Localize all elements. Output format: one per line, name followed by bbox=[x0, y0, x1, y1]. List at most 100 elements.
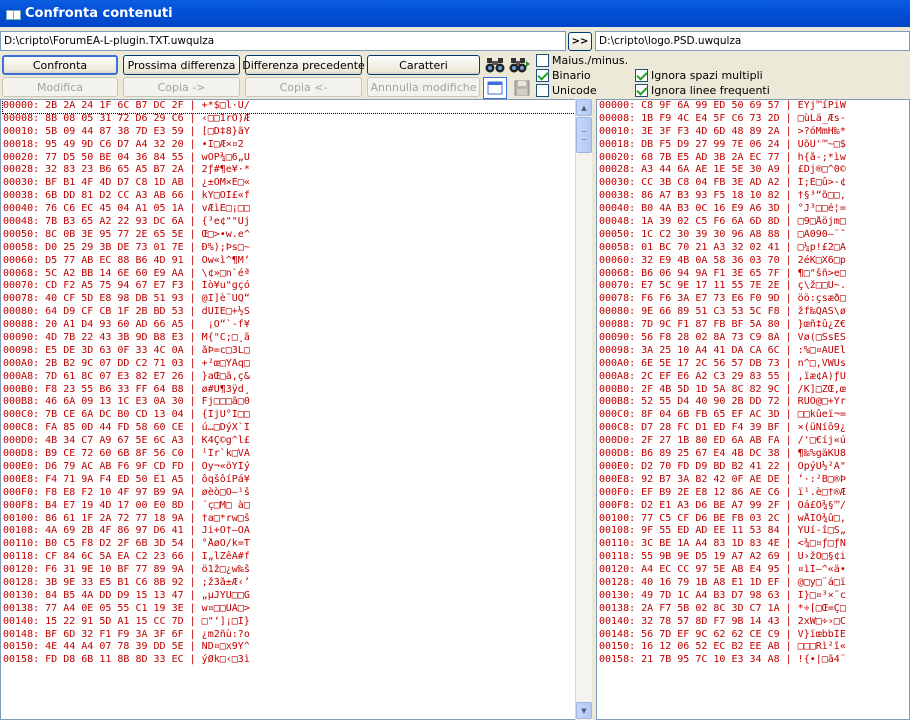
hex-row[interactable]: 00000: C8 9F 6A 99 ED 50 69 57 | ÈŸj™íPi… bbox=[599, 100, 909, 113]
hex-row[interactable]: 00058: 01 BC 70 21 A3 32 02 41 | □¼p!£2□… bbox=[599, 242, 909, 255]
hex-row[interactable]: 00060: D5 77 AB EC 88 B6 4D 91 | Õw«ì^¶M… bbox=[3, 255, 575, 268]
hex-row[interactable]: 00100: 86 61 1F 2A 72 77 18 9A | †a□*rw□… bbox=[3, 513, 575, 526]
hex-row[interactable]: 00138: 77 A4 0E 05 55 C1 19 3E | w¤□□UÁ□… bbox=[3, 603, 575, 616]
hex-row[interactable]: 000A8: 2C EF E6 A2 C3 29 83 55 | ,ïæ¢Ã)ƒ… bbox=[599, 371, 909, 384]
hex-row[interactable]: 00068: B6 06 94 9A F1 3E 65 7F | ¶□"šñ>e… bbox=[599, 268, 909, 281]
hex-row[interactable]: 000C8: D7 28 FC D1 ED F4 39 BF | ×(üÑíô9… bbox=[599, 422, 909, 435]
hex-row[interactable]: 00118: 55 9B 9E D5 19 A7 A2 69 | U›žÕ□§¢… bbox=[599, 551, 909, 564]
hex-row[interactable]: 00048: 7B B3 65 A2 22 93 DC 6A | {³e¢""Ü… bbox=[3, 216, 575, 229]
hex-row[interactable]: 00038: 6B DD 81 D2 CC A3 AB 66 | kÝ□ÒÌ£«… bbox=[3, 190, 575, 203]
hex-row[interactable]: 000F0: F8 E8 F2 10 4F 97 B9 9A | øèò□O—¹… bbox=[3, 487, 575, 500]
characters-button[interactable]: Caratteri bbox=[367, 55, 480, 75]
ignore-frequent-lines-option[interactable]: Ignora linee frequenti bbox=[635, 84, 770, 97]
binary-option[interactable]: Binario bbox=[536, 69, 591, 82]
hex-row[interactable]: 000F8: B4 E7 19 4D 17 00 E0 8D | ´ç□M□ à… bbox=[3, 500, 575, 513]
hex-row[interactable]: 00158: 21 7B 95 7C 10 E3 34 A8 | !{•|□ã4… bbox=[599, 654, 909, 667]
hex-row[interactable]: 00098: E5 DE 3D 63 0F 33 4C 0A | åÞ=c□3L… bbox=[3, 345, 575, 358]
hex-row[interactable]: 00108: 4A 69 2B 4F 86 97 D6 41 | Ji+O†—Ö… bbox=[3, 525, 575, 538]
hex-row[interactable]: 00030: BF B1 4F 4D D7 C8 1D AB | ¿±OM×È□… bbox=[3, 177, 575, 190]
hex-row[interactable]: 000C0: 7B CE 6A DC B0 CD 13 04 | {ÎjÜ°Í□… bbox=[3, 409, 575, 422]
hex-row[interactable]: 00130: 49 7D 1C A4 B3 D7 98 63 | I}□¤³×˜… bbox=[599, 590, 909, 603]
hex-row[interactable]: 00088: 7D 9C F1 87 FB BF 5A 80 | }œñ‡û¿Z… bbox=[599, 319, 909, 332]
hex-row[interactable]: 000B8: 46 6A 09 13 1C E3 0A 30 | Fj□□□ã□… bbox=[3, 396, 575, 409]
scroll-up-arrow[interactable]: ▲ bbox=[576, 99, 592, 116]
left-hex-content[interactable]: 00000: 2B 2A 24 1F 6C B7 DC 2F | +*$□l·Ü… bbox=[1, 100, 575, 667]
hex-row[interactable]: 00008: 1B F9 4C E4 5F C6 73 2D | □ùLä_Æs… bbox=[599, 113, 909, 126]
hex-row[interactable]: 00128: 40 16 79 1B A8 E1 1D EF | @□y□¨á□… bbox=[599, 577, 909, 590]
next-difference-button[interactable]: Prossima differenza bbox=[123, 55, 240, 75]
hex-row[interactable]: 00078: 40 CF 5D E8 98 DB 51 93 | @Ï]è˜ÛQ… bbox=[3, 293, 575, 306]
hex-row[interactable]: 00058: D0 25 29 3B DE 73 01 7E | Ð%);Þs□… bbox=[3, 242, 575, 255]
hex-row[interactable]: 000D8: B9 CE 72 60 6B 8F 56 C0 | ¹Îr`k□V… bbox=[3, 448, 575, 461]
hex-row[interactable]: 00018: 95 49 9D C6 D7 A4 32 20 | •I□Æ×¤2 bbox=[3, 139, 575, 152]
hex-row[interactable]: 00028: A3 44 6A AE 1E 5E 30 A9 | £Dj®□^0… bbox=[599, 164, 909, 177]
hex-row[interactable]: 00028: 32 83 23 B6 65 A5 B7 2A | 2ƒ#¶e¥·… bbox=[3, 164, 575, 177]
hex-row[interactable]: 00080: 9E 66 89 51 C3 53 5C F8 | žf‰QÃS\… bbox=[599, 306, 909, 319]
hex-row[interactable]: 000B0: 2F 4B 5D 1D 5A 8C 82 9C | /K]□ZŒ‚… bbox=[599, 384, 909, 397]
hex-row[interactable]: 00140: 15 22 91 5D A1 15 CC 7D | □"‘]¡□Ì… bbox=[3, 616, 575, 629]
hex-row[interactable]: 00000: 2B 2A 24 1F 6C B7 DC 2F | +*$□l·Ü… bbox=[2, 100, 575, 114]
hex-row[interactable]: 00110: B0 C5 F8 D2 2F 6B 3D 54 | °ÅøÒ/k=… bbox=[3, 538, 575, 551]
left-scrollbar[interactable]: ▲ ▼ bbox=[575, 99, 592, 720]
window-icon[interactable] bbox=[483, 77, 507, 99]
hex-row[interactable]: 00150: 4E 44 A4 07 78 39 DD 5E | ND¤□x9Ý… bbox=[3, 641, 575, 654]
hex-row[interactable]: 00158: FD D8 6B 11 8B 8D 33 EC | ýØk□‹□3… bbox=[3, 654, 575, 667]
hex-row[interactable]: 000D0: 4B 34 C7 A9 67 5E 6C A3 | K4Ç©g^l… bbox=[3, 435, 575, 448]
hex-row[interactable]: 000D0: 2F 27 1B 80 ED 6A AB FA | /'□€íj«… bbox=[599, 435, 909, 448]
previous-difference-button[interactable]: Differenza precedente bbox=[242, 55, 365, 75]
right-hex-panel[interactable]: 00000: C8 9F 6A 99 ED 50 69 57 | ÈŸj™íPi… bbox=[596, 99, 910, 720]
hex-row[interactable]: 00040: 76 C6 EC 45 04 A1 05 1A | vÆìE□¡□… bbox=[3, 203, 575, 216]
hex-row[interactable]: 000A0: 6E 5E 17 2C 56 57 DB 73 | n^□,VWÛ… bbox=[599, 358, 909, 371]
case-sensitive-option[interactable]: Maius./minus. bbox=[536, 54, 628, 67]
hex-row[interactable]: 00070: E7 5C 9E 17 11 55 7E 2E | ç\ž□□U~… bbox=[599, 280, 909, 293]
unicode-checkbox[interactable] bbox=[536, 84, 549, 97]
hex-row[interactable]: 00108: 9F 55 ED AD EE 11 53 84 | ŸUí-î□S… bbox=[599, 525, 909, 538]
hex-row[interactable]: 00130: 84 B5 4A DD D9 15 13 47 | „µJÝÙ□□… bbox=[3, 590, 575, 603]
binoculars-next-icon[interactable] bbox=[508, 54, 532, 76]
modify-button[interactable]: Modifica bbox=[2, 77, 118, 97]
hex-row[interactable]: 00018: DB F5 D9 27 99 7E 06 24 | ÛõÙ'™~□… bbox=[599, 139, 909, 152]
ignore-spaces-checkbox[interactable] bbox=[635, 69, 648, 82]
ignore-spaces-option[interactable]: Ignora spazi multipli bbox=[635, 69, 763, 82]
scroll-down-arrow[interactable]: ▼ bbox=[576, 702, 592, 719]
hex-row[interactable]: 00040: B0 4A B3 0C 16 E9 A6 3D | °J³□□é¦… bbox=[599, 203, 909, 216]
hex-row[interactable]: 00038: 86 A7 B3 93 F5 18 10 82 | †§³“õ□□… bbox=[599, 190, 909, 203]
hex-row[interactable]: 000D8: B6 89 25 67 E4 4B DC 38 | ¶‰%gäKÜ… bbox=[599, 448, 909, 461]
right-hex-content[interactable]: 00000: C8 9F 6A 99 ED 50 69 57 | ÈŸj™íPi… bbox=[597, 100, 909, 667]
binoculars-icon[interactable] bbox=[483, 54, 507, 76]
hex-row[interactable]: 00050: 1C C2 30 39 30 96 A8 88 | □Â090–¨… bbox=[599, 229, 909, 242]
hex-row[interactable]: 00120: A4 EC CC 97 5E AB E4 95 | ¤ìÌ—^«ä… bbox=[599, 564, 909, 577]
hex-row[interactable]: 00030: CC 3B C8 04 FB 3E AD A2 | Ì;È□û>-… bbox=[599, 177, 909, 190]
hex-row[interactable]: 000E0: D6 79 AC AB F6 9F CD FD | Öy¬«öŸÍ… bbox=[3, 461, 575, 474]
hex-row[interactable]: 000E8: F4 71 9A F4 ED 50 E1 A5 | ôqšôíPá… bbox=[3, 474, 575, 487]
left-hex-panel[interactable]: 00000: 2B 2A 24 1F 6C B7 DC 2F | +*$□l·Ü… bbox=[0, 99, 576, 720]
scroll-thumb[interactable] bbox=[576, 117, 592, 153]
right-path-input[interactable] bbox=[595, 31, 910, 51]
hex-row[interactable]: 00010: 3E 3F F3 4D 6D 48 89 2A | >?óMmH‰… bbox=[599, 126, 909, 139]
hex-row[interactable]: 00140: 32 78 57 8D F7 9B 14 43 | 2xW□÷›□… bbox=[599, 616, 909, 629]
hex-row[interactable]: 00048: 1A 39 02 C5 F6 6A 6D 8D | □9□Åöjm… bbox=[599, 216, 909, 229]
hex-row[interactable]: 00138: 2A F7 5B 02 8C 3D C7 1A | *÷[□Œ=Ç… bbox=[599, 603, 909, 616]
hex-row[interactable]: 00120: F6 31 9E 10 BF 77 89 9A | ö1ž□¿w‰… bbox=[3, 564, 575, 577]
undo-changes-button[interactable]: Annnulla modifiche bbox=[367, 77, 480, 97]
hex-row[interactable]: 00020: 77 D5 50 BE 04 36 84 55 | wÕP¾□6„… bbox=[3, 152, 575, 165]
hex-row[interactable]: 00148: 56 7D EF 9C 62 62 CE C9 | V}ïœbbÎ… bbox=[599, 629, 909, 642]
hex-row[interactable]: 00110: 3C BE 1A A4 83 1D 83 4E | <¾□¤ƒ□ƒ… bbox=[599, 538, 909, 551]
hex-row[interactable]: 000A0: 2B B2 9C 07 DD C2 71 03 | +²œ□ÝÂq… bbox=[3, 358, 575, 371]
hex-row[interactable]: 00068: 5C A2 BB 14 6E 60 E9 AA | \¢»□n`é… bbox=[3, 268, 575, 281]
unicode-option[interactable]: Unicode bbox=[536, 84, 597, 97]
hex-row[interactable]: 00078: F6 F6 3A E7 73 E6 F0 9D | öö:çsæð… bbox=[599, 293, 909, 306]
hex-row[interactable]: 00090: 56 F8 28 02 8A 73 C9 8A | Vø(□ŠsÉ… bbox=[599, 332, 909, 345]
hex-row[interactable]: 00080: 64 D9 CF CB 1F 2B BD 53 | dÙÏË□+½… bbox=[3, 306, 575, 319]
hex-row[interactable]: 00100: 77 C5 CF D6 BE FB 03 2C | wÅÏÖ¾û□… bbox=[599, 513, 909, 526]
hex-row[interactable]: 00150: 16 12 06 52 EC B2 EE AB | □□□Rì²î… bbox=[599, 641, 909, 654]
left-path-input[interactable] bbox=[0, 31, 566, 51]
hex-row[interactable]: 00020: 68 7B E5 AD 3B 2A EC 77 | h{å-;*ì… bbox=[599, 152, 909, 165]
confronta-button[interactable]: Confronta bbox=[2, 55, 118, 75]
hex-row[interactable]: 00090: 4D 7B 22 43 3B 9D B8 E3 | M{"C;□¸… bbox=[3, 332, 575, 345]
hex-row[interactable]: 000C8: FA 85 0D 44 FD 58 60 CE | ú…□DýX`… bbox=[3, 422, 575, 435]
hex-row[interactable]: 000F0: EF B9 2E E8 12 86 AE C6 | ï¹.è□†®… bbox=[599, 487, 909, 500]
binary-checkbox[interactable] bbox=[536, 69, 549, 82]
hex-row[interactable]: 00148: BF 6D 32 F1 F9 3A 3F 6F | ¿m2ñù:?… bbox=[3, 629, 575, 642]
hex-row[interactable]: 000E0: D2 70 FD D9 BD B2 41 22 | ÒpýÙ½²A… bbox=[599, 461, 909, 474]
